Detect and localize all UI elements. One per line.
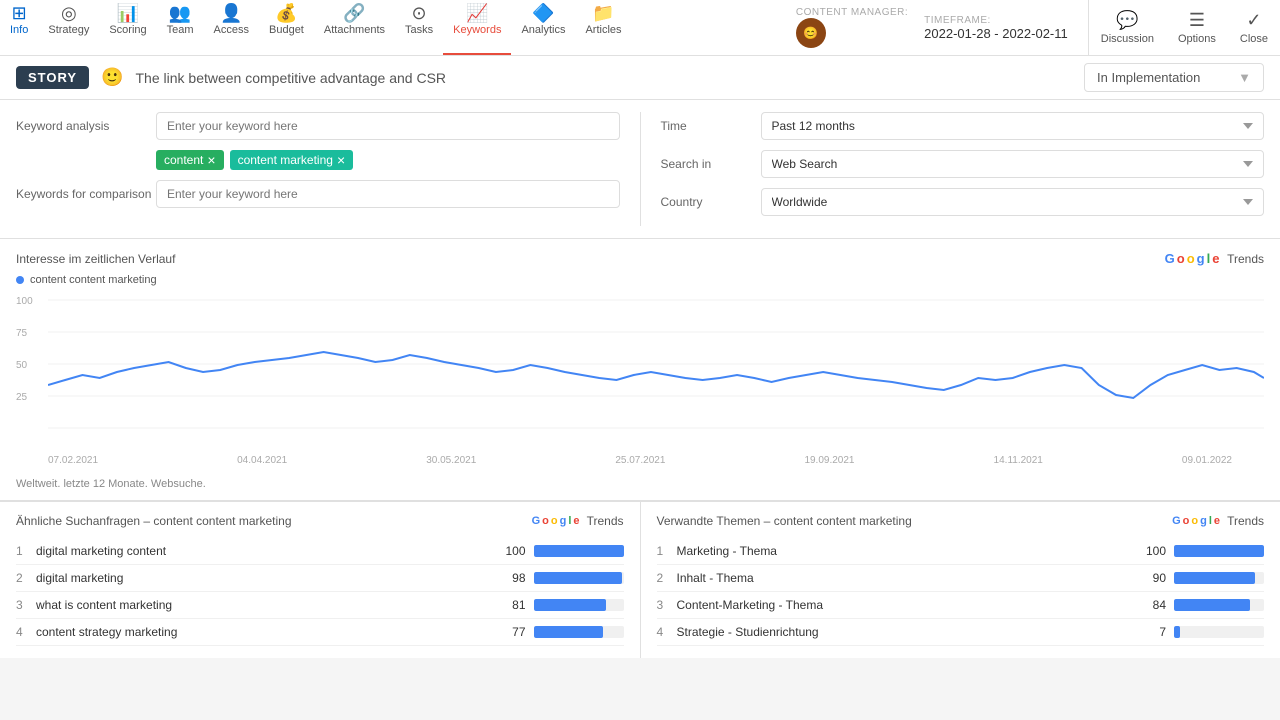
country-label: Country <box>661 195 761 209</box>
articles-icon: 📁 <box>592 4 614 22</box>
nav-item-team[interactable]: 👥 Team <box>157 0 204 55</box>
content-manager-block: CONTENT MANAGER: 😊 <box>796 7 908 48</box>
related-item-2: 2 Inhalt - Thema 90 <box>657 565 1265 592</box>
discussion-icon: 💬 <box>1116 10 1138 31</box>
chart-title: Interesse im zeitlichen Verlauf <box>16 252 175 266</box>
related-themes-title: Verwandte Themen – content content marke… <box>657 514 912 528</box>
avatar: 😊 <box>796 18 826 48</box>
legend-dot <box>16 276 24 284</box>
tasks-icon: ⊙ <box>412 4 427 22</box>
x-label-5: 19.09.2021 <box>804 455 854 466</box>
comparison-label: Keywords for comparison <box>16 187 156 201</box>
country-select[interactable]: Worldwide <box>761 188 1265 216</box>
access-icon: 👤 <box>220 4 242 22</box>
nav-item-attachments[interactable]: 🔗 Attachments <box>314 0 395 55</box>
nav-item-scoring[interactable]: 📊 Scoring <box>99 0 156 55</box>
discussion-button[interactable]: 💬 Discussion <box>1089 6 1166 49</box>
similar-searches-title: Ähnliche Suchanfragen – content content … <box>16 514 292 528</box>
nav-item-access[interactable]: 👤 Access <box>204 0 259 55</box>
nav-item-analytics[interactable]: 🔷 Analytics <box>511 0 575 55</box>
story-title: The link between competitive advantage a… <box>136 70 1073 86</box>
story-emoji-icon: 🙂 <box>101 67 123 88</box>
analytics-icon: 🔷 <box>532 4 554 22</box>
x-label-6: 14.11.2021 <box>994 455 1043 466</box>
nav-item-tasks[interactable]: ⊙ Tasks <box>395 0 443 55</box>
info-icon: ⊞ <box>12 4 27 22</box>
budget-icon: 💰 <box>275 4 297 22</box>
x-label-3: 30.05.2021 <box>426 455 476 466</box>
tag-content-remove[interactable]: × <box>207 153 215 167</box>
keyword-analysis-label: Keyword analysis <box>16 119 156 133</box>
chevron-down-icon: ▼ <box>1238 70 1251 85</box>
keywords-icon: 📈 <box>466 4 488 22</box>
strategy-icon: ◎ <box>61 4 77 22</box>
chart-footer: Weltweit. letzte 12 Monate. Websuche. <box>16 474 1264 500</box>
tag-content-marketing[interactable]: content marketing × <box>230 150 354 170</box>
google-trends-logo: Google Trends <box>1165 251 1264 266</box>
time-label: Time <box>661 119 761 133</box>
google-trends-logo-2: Google Trends <box>532 514 624 528</box>
search-in-label: Search in <box>661 157 761 171</box>
keyword-input[interactable] <box>156 112 620 140</box>
x-label-7: 09.01.2022 <box>1182 455 1232 466</box>
nav-item-info[interactable]: ⊞ Info <box>0 0 38 55</box>
nav-item-budget[interactable]: 💰 Budget <box>259 0 314 55</box>
close-button[interactable]: ✓ Close <box>1228 6 1280 49</box>
nav-item-strategy[interactable]: ◎ Strategy <box>38 0 99 55</box>
nav-item-keywords[interactable]: 📈 Keywords <box>443 0 511 55</box>
similar-item-4: 4 content strategy marketing 77 <box>16 619 624 646</box>
timeframe-block: TIMEFRAME: 2022-01-28 - 2022-02-11 <box>924 15 1068 41</box>
team-icon: 👥 <box>169 4 191 22</box>
trend-chart: 100 75 50 25 <box>48 290 1264 450</box>
x-label-1: 07.02.2021 <box>48 455 98 466</box>
scoring-icon: 📊 <box>117 4 139 22</box>
related-item-1: 1 Marketing - Thema 100 <box>657 538 1265 565</box>
nav-item-articles[interactable]: 📁 Articles <box>575 0 631 55</box>
time-select[interactable]: Past 12 months <box>761 112 1265 140</box>
options-icon: ☰ <box>1189 10 1205 31</box>
status-dropdown[interactable]: In Implementation ▼ <box>1084 63 1264 92</box>
close-icon: ✓ <box>1246 10 1261 31</box>
google-trends-logo-3: Google Trends <box>1172 514 1264 528</box>
options-button[interactable]: ☰ Options <box>1166 6 1228 49</box>
attachments-icon: 🔗 <box>343 4 365 22</box>
similar-item-2: 2 digital marketing 98 <box>16 565 624 592</box>
similar-item-1: 1 digital marketing content 100 <box>16 538 624 565</box>
similar-item-3: 3 what is content marketing 81 <box>16 592 624 619</box>
search-in-select[interactable]: Web Search <box>761 150 1265 178</box>
comparison-input[interactable] <box>156 180 620 208</box>
x-label-4: 25.07.2021 <box>615 455 665 466</box>
story-badge: STORY <box>16 66 89 89</box>
legend-label: content content marketing <box>30 274 157 286</box>
related-item-4: 4 Strategie - Studienrichtung 7 <box>657 619 1265 646</box>
tag-content-marketing-remove[interactable]: × <box>337 153 345 167</box>
x-label-2: 04.04.2021 <box>237 455 287 466</box>
related-item-3: 3 Content-Marketing - Thema 84 <box>657 592 1265 619</box>
tag-content[interactable]: content × <box>156 150 224 170</box>
